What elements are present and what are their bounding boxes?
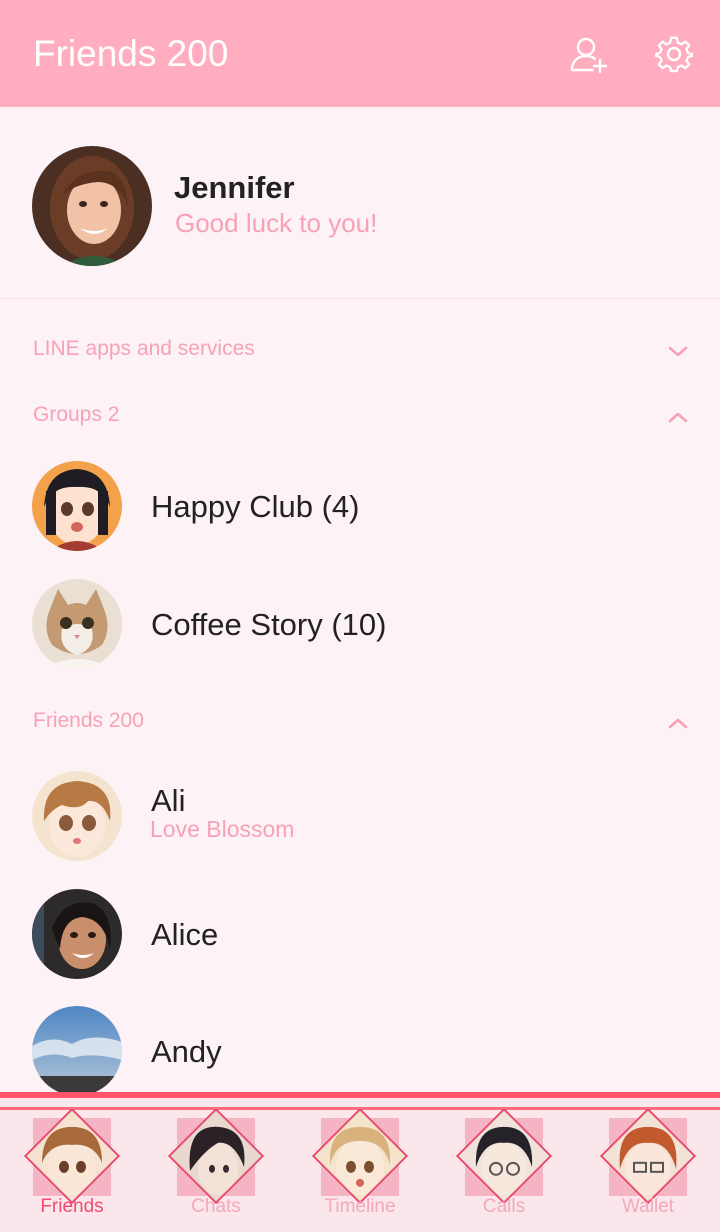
divider xyxy=(0,298,720,299)
avatar xyxy=(32,1006,122,1096)
friend-name: Andy xyxy=(151,1034,222,1069)
settings-button[interactable] xyxy=(654,34,694,74)
friend-name: Ali xyxy=(151,783,186,818)
my-profile[interactable]: Jennifer Good luck to you! xyxy=(0,107,720,299)
list-item[interactable]: Happy Club (4) xyxy=(0,447,720,565)
add-friend-button[interactable] xyxy=(569,34,609,74)
page-title: Friends 200 xyxy=(33,33,229,74)
chevron-up-icon xyxy=(668,718,688,729)
avatar xyxy=(32,461,122,551)
tab-friends[interactable]: Friends xyxy=(0,1104,144,1232)
app-header: Friends 200 xyxy=(0,0,720,107)
avatar xyxy=(32,889,122,979)
list-item[interactable]: Coffee Story (10) xyxy=(0,565,720,683)
tab-wallet[interactable]: Wallet xyxy=(576,1104,720,1232)
section-friends[interactable]: Friends 200 xyxy=(0,692,720,752)
section-label: Groups 2 xyxy=(33,403,120,426)
friend-name: Alice xyxy=(151,917,219,952)
tab-timeline[interactable]: Timeline xyxy=(288,1104,432,1232)
group-name: Happy Club (4) xyxy=(151,489,360,524)
group-name: Coffee Story (10) xyxy=(151,607,387,642)
avatar xyxy=(32,146,152,266)
section-line-apps[interactable]: LINE apps and services xyxy=(0,320,720,380)
add-friend-icon xyxy=(570,37,608,74)
tab-calls[interactable]: Calls xyxy=(432,1104,576,1232)
chevron-down-icon xyxy=(668,346,688,357)
section-label: Friends 200 xyxy=(33,709,144,732)
tab-chats[interactable]: Chats xyxy=(144,1104,288,1232)
list-item[interactable]: Alice xyxy=(0,875,720,993)
tab-label: Wallet xyxy=(621,1196,675,1217)
tab-label: Calls xyxy=(482,1196,526,1217)
chevron-up-icon xyxy=(668,412,688,423)
bottom-tab-bar: Friends Chats Timeline Calls Wallet xyxy=(0,1092,720,1232)
list-item[interactable]: Ali Love Blossom xyxy=(0,757,720,875)
profile-name: Jennifer xyxy=(174,170,295,205)
friend-status: Love Blossom xyxy=(150,816,295,842)
avatar xyxy=(32,579,122,669)
profile-status: Good luck to you! xyxy=(175,208,378,238)
avatar xyxy=(32,771,122,861)
section-label: LINE apps and services xyxy=(33,337,255,360)
section-groups[interactable]: Groups 2 xyxy=(0,386,720,446)
tab-label: Friends xyxy=(40,1196,104,1217)
tab-label: Chats xyxy=(191,1196,241,1217)
tab-label: Timeline xyxy=(324,1196,396,1217)
divider xyxy=(0,1092,720,1098)
gear-icon xyxy=(655,36,693,73)
